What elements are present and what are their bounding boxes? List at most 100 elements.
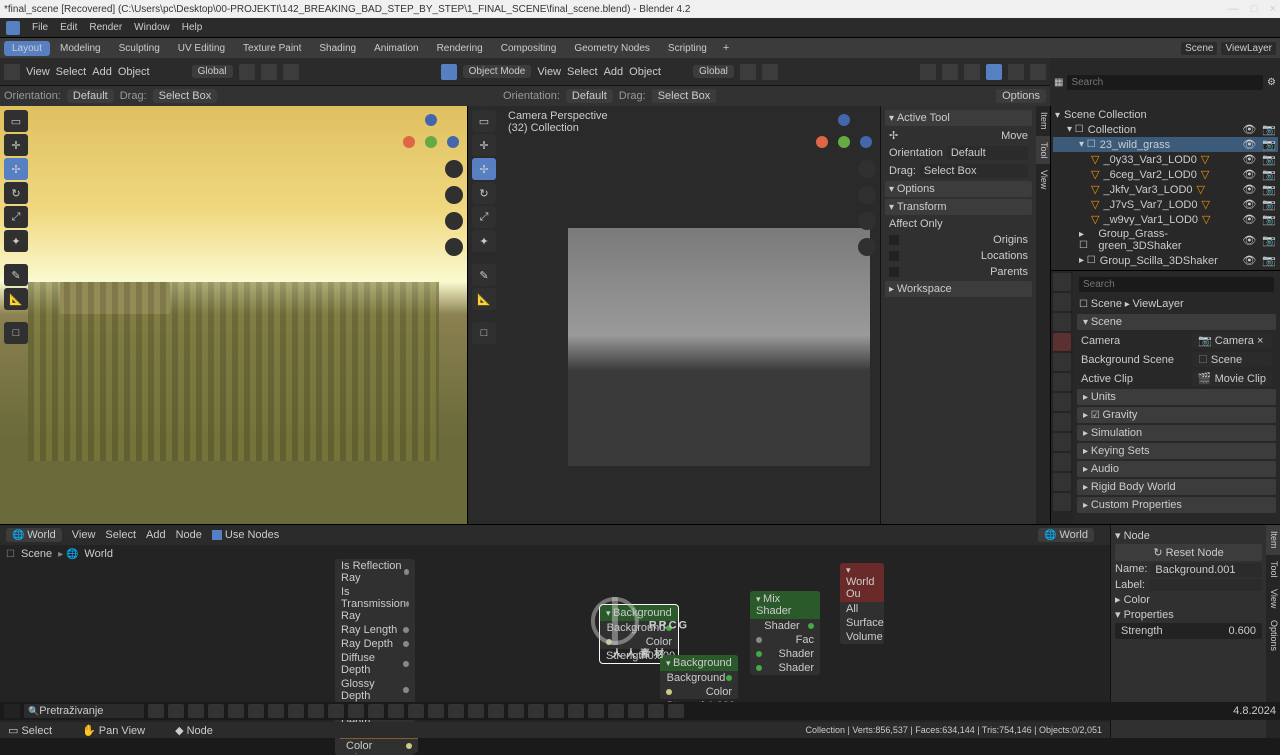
propedit-icon[interactable]	[283, 64, 299, 80]
label-field[interactable]	[1149, 579, 1262, 591]
prop-data-icon[interactable]	[1053, 473, 1071, 491]
taskbar-icon[interactable]	[148, 704, 164, 718]
viewlayer-dropdown[interactable]: ViewLayer	[1221, 42, 1276, 55]
prop-object-icon[interactable]	[1053, 373, 1071, 391]
addcube-tool-r[interactable]: □	[472, 322, 496, 344]
node-menu-node[interactable]: Node	[176, 529, 202, 541]
tab-sculpting[interactable]: Sculpting	[111, 41, 168, 56]
npanel-transform[interactable]: ▾ Transform	[885, 199, 1032, 215]
outliner-group[interactable]: ▸ ☐ Group_Grass-green_3DShaker👁📷	[1053, 227, 1278, 253]
menu-window[interactable]: Window	[134, 22, 170, 33]
tab-modeling[interactable]: Modeling	[52, 41, 109, 56]
axis-y-icon[interactable]	[425, 136, 437, 148]
node-type-dropdown[interactable]: 🌐 World	[6, 528, 62, 542]
nntab-item[interactable]: Item	[1266, 525, 1280, 555]
ntab-item[interactable]: Item	[1036, 106, 1050, 136]
menu-file[interactable]: File	[32, 22, 48, 33]
nntab-view[interactable]: View	[1266, 583, 1280, 614]
prop-material-icon[interactable]	[1053, 493, 1071, 511]
tray-time[interactable]: 4.8.2024	[1233, 705, 1276, 717]
prop-units[interactable]: ▸ Units	[1077, 389, 1276, 405]
node-menu-select[interactable]: Select	[105, 529, 136, 541]
minimize-icon[interactable]: —	[1228, 3, 1239, 15]
tab-geonodes[interactable]: Geometry Nodes	[566, 41, 658, 56]
menu-add2[interactable]: Add	[604, 66, 624, 78]
axis-z-icon[interactable]	[447, 136, 459, 148]
persp-icon-r[interactable]	[858, 238, 876, 256]
taskbar-icon[interactable]	[428, 704, 444, 718]
transform-tool[interactable]: ✦	[4, 230, 28, 252]
menu-help[interactable]: Help	[182, 22, 203, 33]
taskbar-icon[interactable]	[448, 704, 464, 718]
outliner-grass-coll[interactable]: ▾ ☐ 23_wild_grass👁📷	[1053, 137, 1278, 152]
snap-icon[interactable]	[261, 64, 277, 80]
viewport-left-canvas[interactable]	[0, 106, 467, 524]
taskbar-icon[interactable]	[508, 704, 524, 718]
axis-z2-icon-r[interactable]	[838, 114, 850, 126]
maximize-icon[interactable]: □	[1251, 3, 1258, 15]
taskbar-icon[interactable]	[568, 704, 584, 718]
tab-layout[interactable]: Layout	[4, 41, 50, 56]
scale-tool-r[interactable]: ⤢	[472, 206, 496, 228]
pivot-icon2[interactable]	[740, 64, 756, 80]
taskbar-icon[interactable]	[548, 704, 564, 718]
annotate-tool[interactable]: ✎	[4, 264, 28, 286]
shading-render-icon[interactable]	[1030, 64, 1046, 80]
outliner-icon[interactable]: ▦	[1054, 77, 1063, 88]
prop-viewlayer-icon[interactable]	[1053, 313, 1071, 331]
tab-uv[interactable]: UV Editing	[170, 41, 233, 56]
menu-object2[interactable]: Object	[629, 66, 661, 78]
use-nodes-checkbox[interactable]: Use Nodes	[212, 529, 279, 541]
ntab-view[interactable]: View	[1036, 164, 1050, 195]
options-dropdown[interactable]: Options	[996, 89, 1046, 103]
close-icon[interactable]: ×	[1270, 3, 1276, 15]
ntab-tool[interactable]: Tool	[1036, 136, 1050, 165]
rotate-tool-r[interactable]: ↻	[472, 182, 496, 204]
prop-simulation[interactable]: ▸ Simulation	[1077, 425, 1276, 441]
outliner-obj[interactable]: ▽ _J7vS_Var7_LOD0 ▽👁📷	[1053, 197, 1278, 212]
bgscene-field[interactable]: ☐ Scene	[1192, 352, 1272, 367]
move-tool-r[interactable]: ✢	[472, 158, 496, 180]
taskbar-icon[interactable]	[528, 704, 544, 718]
axis-z-icon-r[interactable]	[860, 136, 872, 148]
scene-dropdown[interactable]: Scene	[1181, 42, 1217, 55]
start-button[interactable]	[4, 704, 20, 718]
prop-rigidbody[interactable]: ▸ Rigid Body World	[1077, 479, 1276, 495]
camera-icon-r[interactable]	[858, 212, 876, 230]
editor-type-icon[interactable]	[4, 64, 20, 80]
pan-icon[interactable]	[445, 186, 463, 204]
chk-locations[interactable]	[889, 251, 899, 261]
tab-texpaint[interactable]: Texture Paint	[235, 41, 309, 56]
node-canvas[interactable]: Is Reflection Ray Is Transmission Ray Ra…	[0, 563, 1110, 722]
mode-dropdown[interactable]	[441, 64, 457, 80]
name-field[interactable]: Background.001	[1151, 563, 1262, 577]
taskbar-icon[interactable]	[468, 704, 484, 718]
persp-icon[interactable]	[445, 238, 463, 256]
cursor-tool[interactable]: ✛	[4, 134, 28, 156]
prop-scene-section[interactable]: ▾ Scene	[1077, 314, 1276, 330]
props-section[interactable]: ▾ Properties	[1115, 608, 1262, 621]
camera-icon[interactable]	[445, 212, 463, 230]
taskbar-icon[interactable]	[588, 704, 604, 718]
transform-tool-r[interactable]: ✦	[472, 230, 496, 252]
taskbar-icon[interactable]	[608, 704, 624, 718]
taskbar-icon[interactable]	[208, 704, 224, 718]
prop-scene-icon[interactable]	[1053, 333, 1071, 351]
npanel-options[interactable]: ▾ Options	[885, 181, 1032, 197]
prop-modifier-icon[interactable]	[1053, 393, 1071, 411]
menu-select2[interactable]: Select	[567, 66, 598, 78]
menu-object[interactable]: Object	[118, 66, 150, 78]
axis-x-icon[interactable]	[403, 136, 415, 148]
outliner-group[interactable]: ▸ ☐ Group_Scilla_3DShaker👁📷	[1053, 253, 1278, 268]
world-dropdown[interactable]: 🌐 World	[1038, 528, 1094, 542]
npanel-workspace[interactable]: ▸ Workspace	[885, 281, 1032, 297]
color-section[interactable]: ▸ Color	[1115, 593, 1262, 606]
properties-search[interactable]	[1079, 277, 1274, 292]
drag-sel[interactable]: Select Box	[920, 164, 1028, 178]
addcube-tool[interactable]: □	[4, 322, 28, 344]
shading-wire-icon[interactable]	[964, 64, 980, 80]
taskbar-icon[interactable]	[348, 704, 364, 718]
shading-mat-icon[interactable]	[1008, 64, 1024, 80]
tab-rendering[interactable]: Rendering	[429, 41, 491, 56]
outliner-root[interactable]: ▾ Scene Collection	[1053, 108, 1278, 122]
